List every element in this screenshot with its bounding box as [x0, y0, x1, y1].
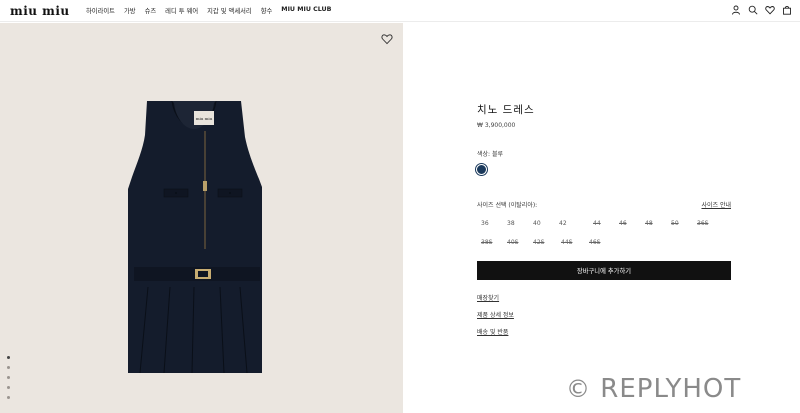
gallery-dots — [7, 356, 10, 399]
nav-item-fragrance[interactable]: 향수 — [261, 6, 273, 15]
nav-item-highlights[interactable]: 하이라이트 — [86, 6, 115, 15]
wishlist-heart-icon[interactable] — [381, 33, 393, 45]
user-icon[interactable] — [731, 5, 741, 15]
watermark-text: REPLYHOT — [600, 374, 742, 404]
size-option-40s[interactable]: 40S — [507, 239, 518, 246]
size-select-label: 사이즈 선택 (이탈리아): — [477, 202, 538, 209]
size-option-36s[interactable]: 36S — [697, 220, 708, 227]
nav-item-bags[interactable]: 가방 — [124, 6, 136, 15]
nav-item-shoes[interactable]: 슈즈 — [145, 6, 157, 15]
product-details-link[interactable]: 제품 상세 정보 — [477, 310, 514, 319]
header-icons — [731, 5, 792, 15]
size-option-42[interactable]: 42 — [559, 220, 567, 227]
svg-text:miu miu: miu miu — [196, 116, 213, 121]
product-image: miu miu — [128, 100, 262, 373]
color-swatch-blue[interactable] — [476, 164, 487, 175]
size-option-46s[interactable]: 46S — [589, 239, 600, 246]
site-header: miu miu 하이라이트 가방 슈즈 레디 투 웨어 지갑 및 액세서리 향수… — [0, 0, 800, 22]
size-option-38[interactable]: 38 — [507, 220, 515, 227]
main-nav: 하이라이트 가방 슈즈 레디 투 웨어 지갑 및 액세서리 향수 MIU MIU… — [86, 6, 340, 15]
bag-icon[interactable] — [782, 5, 792, 15]
size-option-48[interactable]: 48 — [645, 220, 653, 227]
product-title: 치노 드레스 — [477, 104, 535, 116]
gallery-dot-5[interactable] — [7, 396, 10, 399]
size-guide-link[interactable]: 사이즈 안내 — [701, 200, 731, 209]
nav-item-ready-to-wear[interactable]: 레디 투 웨어 — [165, 6, 198, 15]
brand-logo[interactable]: miu miu — [10, 4, 70, 18]
gallery-dot-4[interactable] — [7, 386, 10, 389]
nav-item-miu-miu-club[interactable]: MIU MIU CLUB — [281, 6, 331, 15]
nav-item-wallets-accessories[interactable]: 지갑 및 액세서리 — [207, 6, 252, 15]
heart-icon[interactable] — [765, 5, 775, 15]
product-image-panel: miu miu — [0, 23, 403, 413]
size-option-36[interactable]: 36 — [481, 220, 489, 227]
size-option-50[interactable]: 50 — [671, 220, 679, 227]
size-option-42s[interactable]: 42S — [533, 239, 544, 246]
size-option-46[interactable]: 46 — [619, 220, 627, 227]
color-label: 색상: 블루 — [477, 151, 504, 158]
size-option-38s[interactable]: 38S — [481, 239, 492, 246]
product-price: ₩ 3,900,000 — [477, 122, 516, 129]
shipping-returns-link[interactable]: 배송 및 반품 — [477, 327, 508, 336]
gallery-dot-3[interactable] — [7, 376, 10, 379]
add-to-cart-button[interactable]: 장바구니에 추가하기 — [477, 261, 731, 280]
watermark: © REPLYHOT — [566, 374, 741, 404]
size-option-40[interactable]: 40 — [533, 220, 541, 227]
product-info-panel: 치노 드레스 ₩ 3,900,000 색상: 블루 사이즈 선택 (이탈리아):… — [403, 23, 800, 413]
search-icon[interactable] — [748, 5, 758, 15]
gallery-dot-1[interactable] — [7, 356, 10, 359]
gallery-dot-2[interactable] — [7, 366, 10, 369]
store-locator-link[interactable]: 매장찾기 — [477, 293, 499, 302]
copyright-symbol: © — [566, 375, 591, 403]
size-option-44[interactable]: 44 — [593, 220, 601, 227]
size-option-44s[interactable]: 44S — [561, 239, 572, 246]
